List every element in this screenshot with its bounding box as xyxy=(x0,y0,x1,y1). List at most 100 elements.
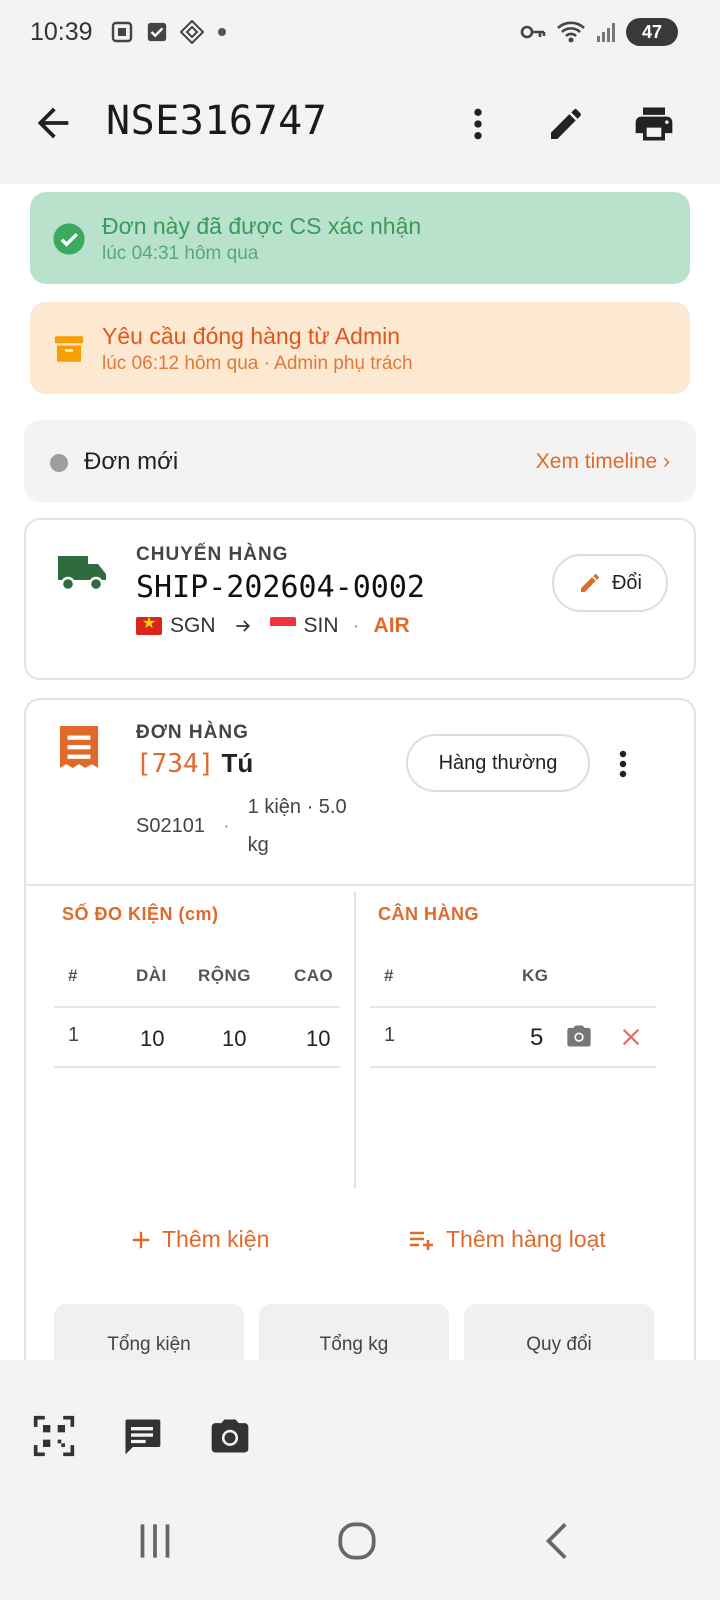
dim-row-index: 1 xyxy=(68,1024,80,1046)
page-title: NSE316747 xyxy=(106,98,328,144)
dim-col-width: RỘNG xyxy=(198,966,251,985)
total-kg-box: Tổng kg xyxy=(259,1304,449,1360)
packages-summary: 1 kiện · 5.0 kg xyxy=(247,796,347,856)
back-arrow-icon[interactable] xyxy=(30,100,76,146)
bulk-add-label: Thêm hàng loạt xyxy=(446,1226,606,1252)
print-button[interactable] xyxy=(630,100,678,148)
shipment-route: SGN SIN · AIR xyxy=(136,614,410,638)
weight-row-index: 1 xyxy=(384,1024,396,1046)
view-timeline-link[interactable]: Xem timeline › xyxy=(536,450,670,474)
status-dot-icon xyxy=(50,454,68,472)
order-id: [734] xyxy=(136,749,215,779)
signal-icon xyxy=(597,23,615,42)
add-package-button[interactable]: Thêm kiện xyxy=(130,1226,269,1253)
change-shipment-label: Đổi xyxy=(611,571,642,594)
order-title: [734] Tú xyxy=(136,748,253,779)
weight-col-index: # xyxy=(384,966,394,985)
edit-button[interactable] xyxy=(542,100,590,148)
packing-request-title: Yêu cầu đóng hàng từ Admin xyxy=(102,323,401,349)
shipment-card: CHUYẾN HÀNG SHIP-202604-0002 SGN SIN · A… xyxy=(24,518,696,680)
cargo-type-button[interactable]: Hàng thường xyxy=(406,734,590,792)
change-shipment-button[interactable]: Đổi xyxy=(552,554,668,612)
confirmed-subtitle: lúc 04:31 hôm qua xyxy=(102,243,259,264)
qr-scan-icon[interactable] xyxy=(32,1414,76,1458)
truck-icon xyxy=(58,556,106,592)
bottom-action-bar xyxy=(0,1360,720,1478)
route-origin: SGN xyxy=(170,614,216,637)
customer-name: Tú xyxy=(221,748,254,778)
weight-col-kg: KG xyxy=(522,966,549,985)
shipment-mode: AIR xyxy=(373,614,410,637)
playlist-add-icon xyxy=(410,1231,433,1250)
converted-weight-label: Quy đổi xyxy=(526,1334,592,1355)
more-vert-icon[interactable] xyxy=(608,744,638,784)
more-options-button[interactable] xyxy=(454,100,502,148)
home-icon[interactable] xyxy=(332,1516,382,1566)
system-navigation-bar xyxy=(0,1478,720,1600)
confirmed-banner: Đơn này đã được CS xác nhận lúc 04:31 hô… xyxy=(30,192,690,284)
add-package-label: Thêm kiện xyxy=(162,1226,270,1252)
battery-icon: 47 xyxy=(626,18,678,46)
order-divider xyxy=(26,884,694,886)
dim-header-line xyxy=(54,1006,340,1008)
archive-box-icon xyxy=(54,336,84,362)
status-bar: 10:39 47 xyxy=(0,0,720,64)
bulk-add-button[interactable]: Thêm hàng loạt xyxy=(408,1226,606,1253)
dim-col-index: # xyxy=(68,966,78,985)
order-code: S02101 xyxy=(136,814,205,837)
status-icons-left xyxy=(110,20,228,44)
dim-row-line xyxy=(54,1066,340,1068)
shipment-code: SHIP-202604-0002 xyxy=(136,570,425,605)
checkbox-icon xyxy=(147,22,167,42)
back-icon[interactable] xyxy=(534,1516,584,1566)
packing-request-subtitle: lúc 06:12 hôm qua · Admin phụ trách xyxy=(102,353,413,374)
comment-icon[interactable] xyxy=(120,1414,164,1458)
battery-level: 47 xyxy=(641,21,663,42)
order-card: ĐƠN HÀNG [734] Tú S02101 · 1 kiện · 5.0 … xyxy=(24,698,696,1360)
order-label: ĐƠN HÀNG xyxy=(136,722,249,743)
weight-row-line xyxy=(370,1066,656,1068)
edit-icon xyxy=(551,109,581,139)
weight-kg-input[interactable]: 5 xyxy=(530,1024,543,1052)
order-status-label: Đơn mới xyxy=(84,448,179,475)
app-bar: NSE316747 xyxy=(0,64,720,184)
order-detail-content[interactable]: Đơn này đã được CS xác nhận lúc 04:31 hô… xyxy=(0,184,720,1360)
dim-length-input[interactable]: 10 xyxy=(140,1026,164,1052)
receipt-icon xyxy=(59,726,99,768)
dim-col-height: CAO xyxy=(294,966,334,985)
vietnam-flag-icon xyxy=(136,617,162,635)
confirmed-title: Đơn này đã được CS xác nhận xyxy=(102,213,422,239)
dim-width-input[interactable]: 10 xyxy=(222,1026,246,1052)
more-vert-icon xyxy=(474,108,482,140)
table-divider xyxy=(354,892,356,1188)
singapore-flag-icon xyxy=(269,617,296,635)
plus-icon xyxy=(132,1231,150,1248)
dot-icon xyxy=(218,28,226,36)
route-separator: · xyxy=(352,614,360,637)
converted-weight-box: Quy đổi xyxy=(464,1304,654,1360)
status-icons-right: 47 xyxy=(520,18,678,46)
total-packages-box: Tổng kiện xyxy=(54,1304,244,1360)
dim-height-input[interactable]: 10 xyxy=(306,1026,330,1052)
check-circle-icon xyxy=(53,223,85,255)
route-destination: SIN xyxy=(303,614,339,637)
meta-separator: · xyxy=(222,814,230,837)
total-kg-label: Tổng kg xyxy=(319,1334,389,1355)
weights-title: CÂN HÀNG xyxy=(378,904,479,924)
order-meta: S02101 · 1 kiện · 5.0 kg xyxy=(136,788,368,864)
arrow-right-icon xyxy=(235,620,250,632)
app-icon xyxy=(180,20,204,44)
dimensions-title: SỐ ĐO KIỆN (cm) xyxy=(62,904,219,924)
close-icon[interactable] xyxy=(620,1026,642,1048)
camera-icon[interactable] xyxy=(564,1022,594,1050)
print-icon xyxy=(635,107,673,141)
order-status-row: Đơn mới Xem timeline › xyxy=(24,420,696,502)
shipment-label: CHUYẾN HÀNG xyxy=(136,544,289,565)
weight-header-line xyxy=(370,1006,656,1008)
status-time: 10:39 xyxy=(30,18,93,46)
total-packages-label: Tổng kiện xyxy=(107,1334,191,1355)
key-icon xyxy=(520,25,546,39)
camera-icon[interactable] xyxy=(208,1414,252,1458)
recent-apps-icon[interactable] xyxy=(130,1516,180,1566)
dim-col-length: DÀI xyxy=(136,966,167,985)
